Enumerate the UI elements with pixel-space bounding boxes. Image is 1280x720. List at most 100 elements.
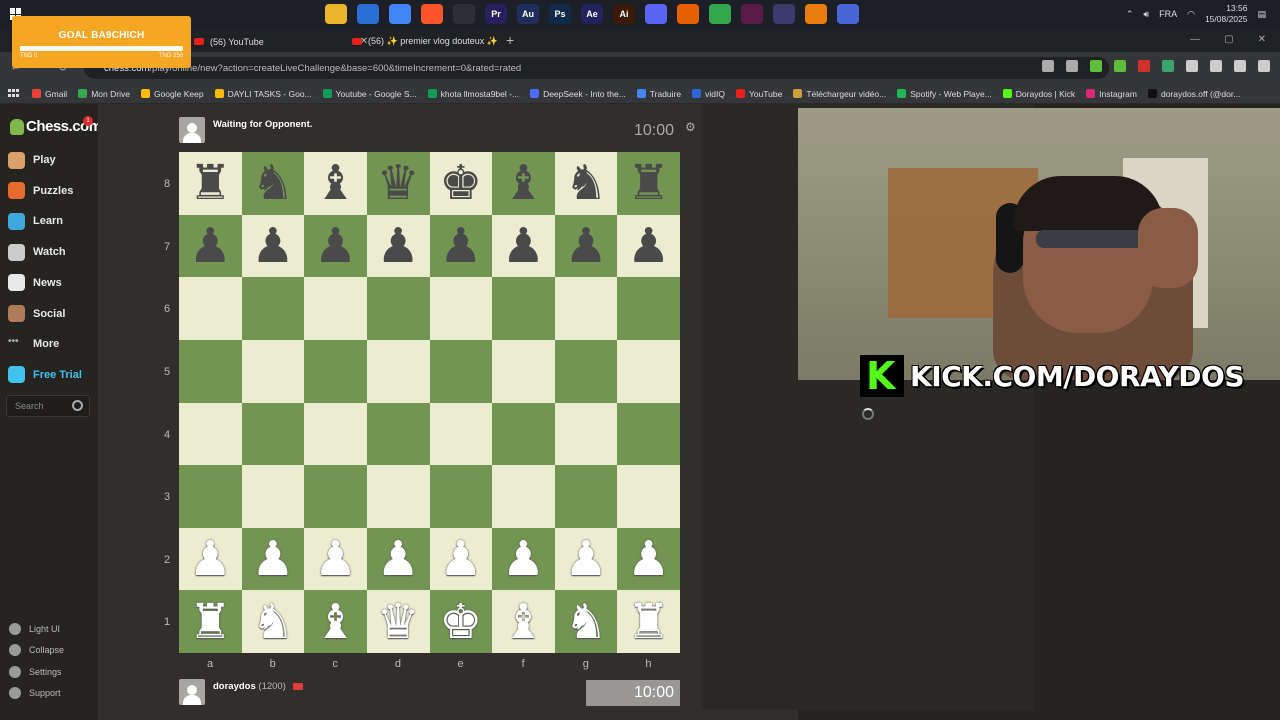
square-e4[interactable] bbox=[429, 402, 493, 466]
language-indicator[interactable]: FRA bbox=[1159, 9, 1177, 19]
black-pawn-icon[interactable]: ♟ bbox=[189, 222, 232, 270]
clock[interactable]: 13:56 15/08/2025 bbox=[1205, 3, 1248, 25]
black-bishop-icon[interactable]: ♝ bbox=[314, 159, 357, 207]
star-icon[interactable] bbox=[1066, 60, 1078, 72]
square-e5[interactable] bbox=[429, 339, 493, 403]
square-e6[interactable] bbox=[429, 277, 493, 340]
square-a4[interactable] bbox=[179, 402, 242, 466]
puzzle-icon[interactable] bbox=[1186, 60, 1198, 72]
black-pawn-icon[interactable]: ♟ bbox=[439, 222, 482, 270]
square-h3[interactable] bbox=[617, 465, 680, 528]
chess-logo[interactable]: Chess.com 1 bbox=[10, 116, 102, 135]
white-pawn-icon[interactable]: ♟ bbox=[502, 535, 545, 583]
square-h2[interactable]: ♟ bbox=[617, 527, 680, 591]
black-pawn-icon[interactable]: ♟ bbox=[377, 222, 420, 270]
sidebar-bottom-collapse[interactable]: Collapse bbox=[9, 642, 64, 658]
black-bishop-icon[interactable]: ♝ bbox=[502, 159, 545, 207]
maximize-icon[interactable]: ▢ bbox=[1224, 34, 1233, 45]
square-f2[interactable]: ♟ bbox=[492, 527, 555, 591]
obs-icon[interactable] bbox=[453, 4, 475, 24]
black-pawn-icon[interactable]: ♟ bbox=[314, 222, 357, 270]
file-explorer-icon[interactable] bbox=[325, 4, 347, 24]
bookmark-item[interactable]: Doraydos | Kick bbox=[1002, 89, 1075, 99]
black-pawn-icon[interactable]: ♟ bbox=[502, 222, 545, 270]
square-d8[interactable]: ♛ bbox=[366, 152, 430, 215]
black-rook-icon[interactable]: ♜ bbox=[627, 159, 670, 207]
search-input[interactable]: Search bbox=[6, 395, 90, 417]
black-knight-icon[interactable]: ♞ bbox=[565, 159, 608, 207]
apps-grid-icon[interactable] bbox=[8, 88, 20, 99]
install-icon[interactable] bbox=[1042, 60, 1054, 72]
discord-icon[interactable] bbox=[645, 4, 667, 24]
sidebar-item-more[interactable]: ••• More bbox=[8, 334, 59, 354]
square-b7[interactable]: ♟ bbox=[241, 214, 305, 278]
chrome-icon[interactable] bbox=[389, 4, 411, 24]
square-h4[interactable] bbox=[617, 402, 680, 466]
white-rook-icon[interactable]: ♜ bbox=[189, 598, 232, 646]
black-pawn-icon[interactable]: ♟ bbox=[251, 222, 294, 270]
square-a8[interactable]: ♜ bbox=[179, 152, 242, 215]
square-a2[interactable]: ♟ bbox=[179, 527, 242, 591]
close-window-icon[interactable]: ✕ bbox=[1258, 34, 1266, 45]
bookmark-item[interactable]: vidIQ bbox=[692, 89, 725, 99]
sidebar-bottom-light-ui[interactable]: Light UI bbox=[9, 621, 60, 637]
sidebar-item-news[interactable]: News bbox=[8, 273, 62, 293]
square-f6[interactable] bbox=[492, 277, 555, 340]
square-f5[interactable] bbox=[492, 339, 555, 403]
black-king-icon[interactable]: ♚ bbox=[439, 159, 482, 207]
chrome-canary-icon[interactable] bbox=[709, 4, 731, 24]
brave-icon[interactable] bbox=[421, 4, 443, 24]
white-knight-icon[interactable]: ♞ bbox=[565, 598, 608, 646]
square-b1[interactable]: ♞ bbox=[241, 590, 305, 653]
square-b4[interactable] bbox=[241, 402, 305, 466]
square-h5[interactable] bbox=[617, 339, 680, 403]
square-c3[interactable] bbox=[304, 465, 367, 528]
black-pawn-icon[interactable]: ♟ bbox=[565, 222, 608, 270]
sidebar-item-play[interactable]: Play bbox=[8, 150, 56, 170]
square-e3[interactable] bbox=[429, 465, 493, 528]
blender-icon[interactable] bbox=[805, 4, 827, 24]
square-g5[interactable] bbox=[554, 339, 618, 403]
white-pawn-icon[interactable]: ♟ bbox=[439, 535, 482, 583]
bookmark-item[interactable]: DAYLI TASKS - Goo... bbox=[214, 89, 312, 99]
chevron-up-icon[interactable]: ⌃ bbox=[1126, 9, 1134, 20]
illustrator-icon[interactable]: Ai bbox=[613, 4, 635, 24]
bookmark-item[interactable]: Téléchargeur vidéo... bbox=[793, 89, 886, 99]
square-g7[interactable]: ♟ bbox=[554, 214, 618, 278]
square-c5[interactable] bbox=[304, 339, 367, 403]
square-e8[interactable]: ♚ bbox=[429, 152, 493, 215]
calendar-icon[interactable] bbox=[357, 4, 379, 24]
wifi-icon[interactable]: ◠ bbox=[1187, 9, 1195, 20]
square-a1[interactable]: ♜ bbox=[179, 590, 242, 653]
square-e1[interactable]: ♚ bbox=[429, 590, 493, 653]
bookmark-item[interactable]: YouTube bbox=[735, 89, 782, 99]
bookmark-item[interactable]: doraydos.off (@dor... bbox=[1147, 89, 1240, 99]
square-d3[interactable] bbox=[366, 465, 430, 528]
chess-board[interactable]: ♜ ♞ ♝ ♛ ♚ ♝ ♞ ♜ ♟ ♟ ♟ ♟ ♟ ♟ ♟ ♟ ♟ ♟ ♟ ♟ ♟ ♟ ♟ ♟ ♜ ♞ ♝ ♛ ♚ ♝ ♞ ♜ bbox=[179, 152, 680, 653]
new-tab-button[interactable]: + bbox=[506, 32, 514, 48]
square-c7[interactable]: ♟ bbox=[304, 214, 367, 278]
sidebar-item-learn[interactable]: Learn bbox=[8, 211, 63, 231]
bookmark-item[interactable]: Instagram bbox=[1086, 89, 1137, 99]
square-f1[interactable]: ♝ bbox=[492, 590, 555, 653]
black-rook-icon[interactable]: ♜ bbox=[189, 159, 232, 207]
vegas-icon[interactable] bbox=[741, 4, 763, 24]
menu-icon[interactable] bbox=[1258, 60, 1270, 72]
sidebar-item-social[interactable]: Social bbox=[8, 304, 65, 324]
square-a3[interactable] bbox=[179, 465, 242, 528]
square-c8[interactable]: ♝ bbox=[304, 152, 367, 215]
square-g1[interactable]: ♞ bbox=[554, 590, 618, 653]
profile-icon[interactable] bbox=[1234, 60, 1246, 72]
square-f8[interactable]: ♝ bbox=[492, 152, 555, 215]
square-d6[interactable] bbox=[366, 277, 430, 340]
square-h8[interactable]: ♜ bbox=[617, 152, 680, 215]
square-c2[interactable]: ♟ bbox=[304, 527, 367, 591]
audition-icon[interactable]: Au bbox=[517, 4, 539, 24]
bookmark-item[interactable]: Traduire bbox=[636, 89, 681, 99]
square-c1[interactable]: ♝ bbox=[304, 590, 367, 653]
white-queen-icon[interactable]: ♛ bbox=[377, 598, 420, 646]
volume-icon[interactable]: 🔊︎ bbox=[1143, 9, 1149, 20]
square-f4[interactable] bbox=[492, 402, 555, 466]
black-queen-icon[interactable]: ♛ bbox=[377, 159, 420, 207]
premiere-icon[interactable]: Pr bbox=[485, 4, 507, 24]
